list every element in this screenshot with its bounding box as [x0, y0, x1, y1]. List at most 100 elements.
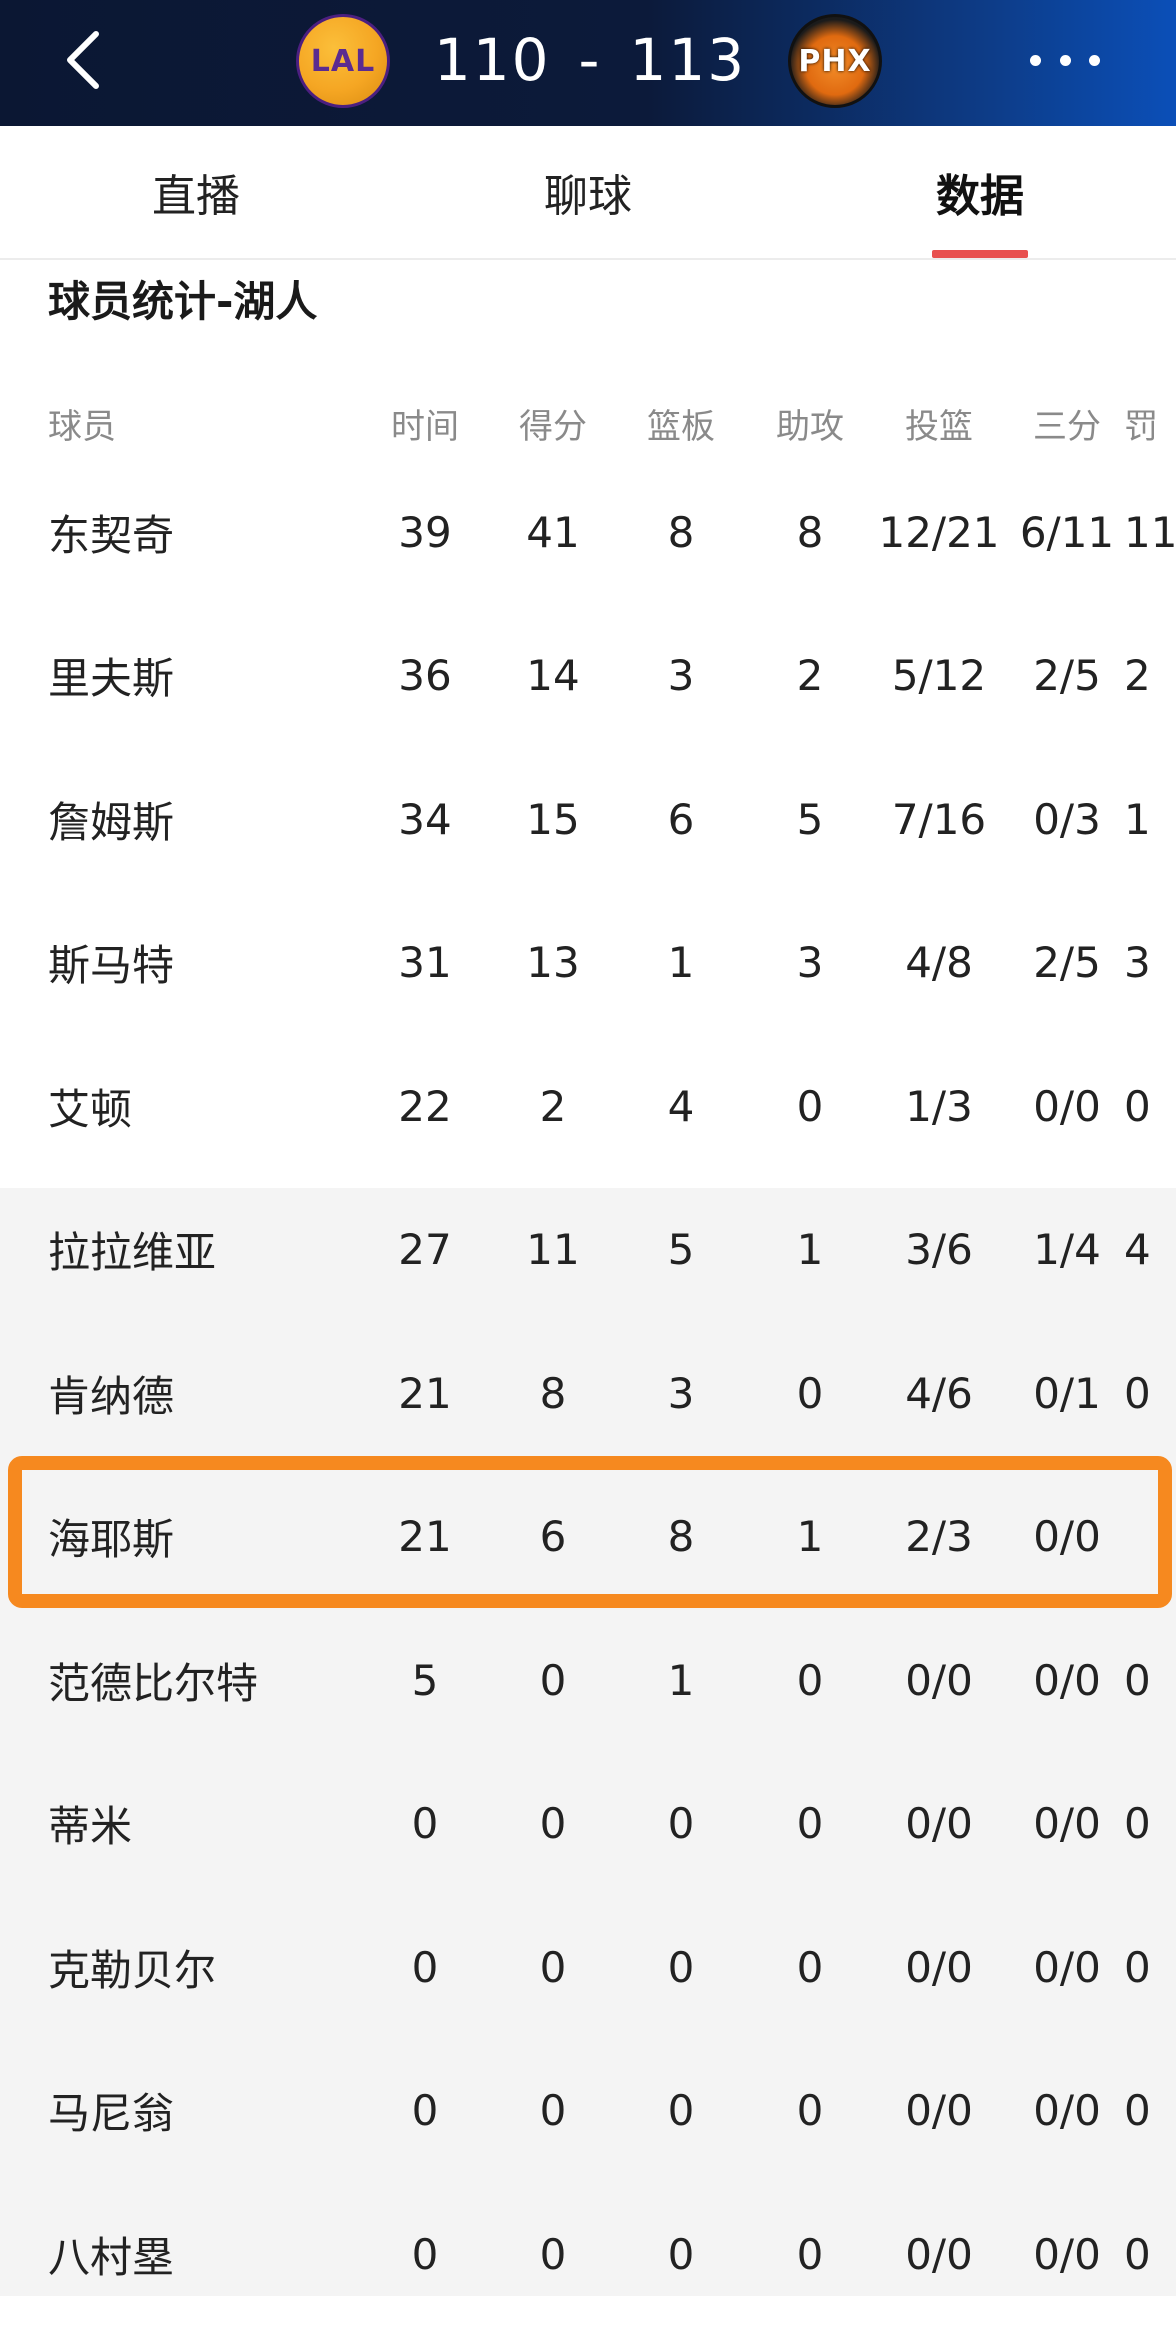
cell-free-throws: 4 — [1124, 1225, 1151, 1274]
cell-player-name[interactable]: 克勒贝尔 — [48, 1895, 216, 2039]
cell-minutes: 22 — [398, 1081, 452, 1131]
cell-player-name[interactable]: 艾顿 — [48, 1034, 132, 1178]
header-rebounds[interactable]: 篮板 — [616, 388, 746, 458]
cell-player-name[interactable]: 马尼翁 — [48, 2039, 174, 2183]
cell-rebounds: 3 — [667, 651, 695, 700]
cell-player-name[interactable]: 拉拉维亚 — [48, 1178, 216, 1322]
cell-free-throws: 11 — [1124, 507, 1176, 557]
table-row[interactable]: 东契奇 39 41 8 8 12/21 6/11 11 — [0, 460, 1176, 604]
cell-three-pointers: 6/11 — [1019, 507, 1115, 557]
cell-minutes: 0 — [411, 2229, 439, 2279]
cell-field-goals: 0/0 — [905, 1942, 973, 1992]
cell-field-goals: 0/0 — [905, 2086, 973, 2135]
cell-rebounds: 0 — [667, 2086, 695, 2135]
cell-points: 13 — [526, 938, 580, 987]
cell-points: 0 — [539, 1655, 567, 1705]
table-row[interactable]: 克勒贝尔 0 0 0 0 0/0 0/0 0 — [0, 1895, 1176, 2039]
header-points[interactable]: 得分 — [488, 388, 618, 458]
cell-minutes: 21 — [398, 1368, 452, 1418]
cell-assists: 0 — [796, 2229, 824, 2279]
cell-free-throws: 0 — [1124, 1368, 1151, 1418]
cell-minutes: 21 — [398, 1512, 452, 1561]
table-row[interactable]: 里夫斯 36 14 3 2 5/12 2/5 2 — [0, 604, 1176, 748]
cell-player-name[interactable]: 东契奇 — [48, 460, 174, 604]
cell-field-goals: 2/3 — [905, 1512, 973, 1561]
table-row[interactable]: 马尼翁 0 0 0 0 0/0 0/0 0 — [0, 2039, 1176, 2183]
cell-assists: 1 — [796, 1512, 824, 1561]
cell-field-goals: 4/8 — [905, 938, 973, 987]
cell-three-pointers: 0/0 — [1033, 1799, 1101, 1848]
cell-assists: 8 — [796, 507, 824, 557]
cell-assists: 2 — [796, 651, 824, 700]
cell-field-goals: 0/0 — [905, 1799, 973, 1848]
table-row[interactable]: 肯纳德 21 8 3 0 4/6 0/1 0 — [0, 1321, 1176, 1465]
cell-free-throws: 0 — [1124, 1081, 1151, 1131]
cell-assists: 0 — [796, 1368, 824, 1418]
cell-assists: 0 — [796, 1081, 824, 1131]
cell-points: 0 — [539, 2229, 567, 2279]
cell-player-name[interactable]: 范德比尔特 — [48, 1608, 258, 1752]
cell-player-name[interactable]: 肯纳德 — [48, 1321, 174, 1465]
cell-field-goals: 4/6 — [905, 1368, 973, 1418]
table-row[interactable]: 海耶斯 21 6 8 1 2/3 0/0 — [0, 1465, 1176, 1609]
cell-assists: 5 — [796, 794, 824, 844]
cell-points: 6 — [539, 1512, 567, 1561]
cell-minutes: 0 — [411, 1942, 439, 1992]
cell-points: 0 — [539, 1942, 567, 1992]
cell-free-throws: 0 — [1124, 2086, 1151, 2135]
header-field-goals[interactable]: 投篮 — [874, 388, 1004, 458]
cell-minutes: 34 — [398, 794, 452, 844]
table-row[interactable]: 范德比尔特 5 0 1 0 0/0 0/0 0 — [0, 1608, 1176, 1752]
cell-player-name[interactable]: 海耶斯 — [48, 1465, 174, 1609]
cell-assists: 3 — [796, 938, 824, 987]
cell-rebounds: 0 — [667, 1799, 695, 1848]
cell-rebounds: 6 — [667, 794, 695, 844]
cell-three-pointers: 1/4 — [1033, 1225, 1101, 1274]
header-player: 球员 — [48, 406, 116, 447]
cell-minutes: 5 — [411, 1655, 439, 1705]
cell-points: 15 — [526, 794, 580, 844]
header-three-pointers[interactable]: 三分 — [1002, 388, 1132, 458]
cell-field-goals: 0/0 — [905, 2229, 973, 2279]
cell-points: 2 — [539, 1081, 567, 1131]
cell-field-goals: 0/0 — [905, 1655, 973, 1705]
cell-player-name[interactable]: 詹姆斯 — [48, 747, 174, 891]
header-assists[interactable]: 助攻 — [745, 388, 875, 458]
table-row[interactable]: 艾顿 22 2 4 0 1/3 0/0 0 — [0, 1034, 1176, 1178]
cell-minutes: 0 — [411, 1799, 439, 1848]
cell-three-pointers: 0/0 — [1033, 1512, 1101, 1561]
cell-rebounds: 3 — [667, 1368, 695, 1418]
cell-free-throws — [1124, 1465, 1176, 1609]
cell-assists: 0 — [796, 2086, 824, 2135]
cell-field-goals: 3/6 — [905, 1225, 973, 1274]
cell-minutes: 0 — [411, 2086, 439, 2135]
cell-three-pointers: 0/0 — [1033, 2086, 1101, 2135]
cell-minutes: 27 — [398, 1225, 452, 1274]
cell-player-name[interactable]: 里夫斯 — [48, 604, 174, 748]
header-free-throws[interactable]: 罚 — [1124, 388, 1176, 458]
table-row[interactable]: 拉拉维亚 27 11 5 1 3/6 1/4 4 — [0, 1178, 1176, 1322]
cell-player-name[interactable]: 蒂米 — [48, 1752, 132, 1896]
cell-player-name[interactable]: 八村塁 — [48, 2182, 174, 2326]
table-row[interactable]: 蒂米 0 0 0 0 0/0 0/0 0 — [0, 1752, 1176, 1896]
cell-player-name[interactable]: 斯马特 — [48, 891, 174, 1035]
cell-three-pointers: 0/0 — [1033, 1081, 1101, 1131]
cell-field-goals: 12/21 — [878, 507, 1000, 557]
table-row[interactable]: 八村塁 0 0 0 0 0/0 0/0 0 — [0, 2182, 1176, 2326]
cell-minutes: 36 — [398, 651, 452, 700]
cell-assists: 0 — [796, 1942, 824, 1992]
cell-minutes: 39 — [398, 507, 452, 557]
cell-rebounds: 8 — [667, 1512, 695, 1561]
header-minutes[interactable]: 时间 — [360, 388, 490, 458]
cell-three-pointers: 0/0 — [1033, 1942, 1101, 1992]
cell-field-goals: 5/12 — [891, 651, 987, 700]
cell-assists: 1 — [796, 1225, 824, 1274]
cell-points: 8 — [539, 1368, 567, 1418]
table-row[interactable]: 斯马特 31 13 1 3 4/8 2/5 3 — [0, 891, 1176, 1035]
cell-three-pointers: 2/5 — [1033, 651, 1101, 700]
cell-three-pointers: 0/0 — [1033, 2229, 1101, 2279]
cell-rebounds: 5 — [667, 1225, 695, 1274]
cell-points: 0 — [539, 1799, 567, 1848]
cell-free-throws: 0 — [1124, 1655, 1151, 1705]
table-row[interactable]: 詹姆斯 34 15 6 5 7/16 0/3 1 — [0, 747, 1176, 891]
